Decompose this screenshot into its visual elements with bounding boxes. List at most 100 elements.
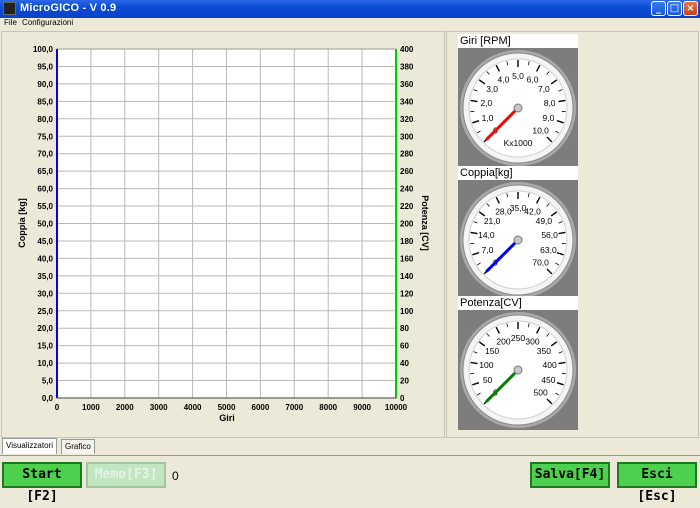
gauge-scale-label: 42,0 <box>524 206 541 216</box>
y-left-tick-label: 40,0 <box>37 254 53 263</box>
gauge-hub <box>514 104 522 112</box>
y-right-tick-label: 400 <box>400 45 414 54</box>
gauge-dial: 07,014,021,028,035,042,049,056,063,070,0 <box>458 180 578 300</box>
y-right-tick-label: 60 <box>400 342 409 351</box>
gauge-box: 07,014,021,028,035,042,049,056,063,070,0 <box>458 180 578 300</box>
y-left-tick-label: 65,0 <box>37 167 53 176</box>
y-left-tick-label: 10,0 <box>37 359 53 368</box>
gauge-scale-label: 450 <box>541 375 555 385</box>
gauge-scale-label: 8,0 <box>544 98 556 108</box>
y-right-tick-label: 140 <box>400 272 414 281</box>
gauge-title: Potenza[CV] <box>458 296 578 310</box>
gauge-title: Coppia[kg] <box>458 166 578 180</box>
maximize-icon: □ <box>670 3 679 14</box>
y-right-tick-label: 0 <box>400 394 405 403</box>
minimize-button[interactable]: _ <box>651 1 666 16</box>
y-left-tick-label: 55,0 <box>37 202 53 211</box>
y-left-tick-label: 0,0 <box>42 394 54 403</box>
chart-panel: 0100020003000400050006000700080009000100… <box>1 31 445 438</box>
x-tick-label: 0 <box>55 403 60 412</box>
salva-button[interactable]: Salva[F4] <box>530 462 610 488</box>
y-right-tick-label: 380 <box>400 62 414 71</box>
y-right-tick-label: 240 <box>400 185 414 194</box>
y-right-tick-label: 300 <box>400 132 414 141</box>
gauge-scale-label: 5,0 <box>512 71 524 81</box>
start-button[interactable]: Start [F2] <box>2 462 82 488</box>
gauge-scale-label: 63,0 <box>540 245 557 255</box>
gauge-scale-label: 300 <box>525 336 539 346</box>
y-left-tick-label: 50,0 <box>37 220 53 229</box>
y-left-tick-label: 85,0 <box>37 97 53 106</box>
y-right-tick-label: 120 <box>400 289 414 298</box>
y-left-tick-label: 80,0 <box>37 115 53 124</box>
y-right-tick-label: 80 <box>400 324 409 333</box>
y-left-tick-label: 95,0 <box>37 62 53 71</box>
gauge-box: 01,02,03,04,05,06,07,08,09,010,0Kx1000 <box>458 48 578 168</box>
gauges-panel: Giri [RPM] 01,02,03,04,05,06,07,08,09,01… <box>446 31 699 438</box>
y-right-tick-label: 20 <box>400 377 409 386</box>
chart-grid <box>57 49 396 398</box>
gauge-dial: 01,02,03,04,05,06,07,08,09,010,0Kx1000 <box>458 48 578 168</box>
tab-grafico[interactable]: Grafico <box>61 439 95 454</box>
y-right-tick-label: 340 <box>400 97 414 106</box>
y-left-tick-label: 45,0 <box>37 237 53 246</box>
gauge-scale-label: 100 <box>479 360 493 370</box>
x-tick-label: 4000 <box>184 403 202 412</box>
y-left-tick-label: 60,0 <box>37 185 53 194</box>
y-right-tick-label: 280 <box>400 150 414 159</box>
gauge-scale-label: 9,0 <box>543 113 555 123</box>
gauge-box: 050100150200250300350400450500 <box>458 310 578 430</box>
minimize-icon: _ <box>656 3 661 14</box>
y-left-tick-label: 30,0 <box>37 289 53 298</box>
maximize-button[interactable]: □ <box>667 1 682 16</box>
title-bar: MicroGICO - V 0.9 _ □ × <box>0 0 700 18</box>
gauge-scale-label: 50 <box>483 375 493 385</box>
x-tick-label: 3000 <box>150 403 168 412</box>
y-right-tick-label: 40 <box>400 359 409 368</box>
x-tick-label: 8000 <box>319 403 337 412</box>
close-button[interactable]: × <box>683 1 698 16</box>
tab-visualizzatori[interactable]: Visualizzatori <box>2 438 57 454</box>
gauge-scale-label: 200 <box>496 336 510 346</box>
esci-button[interactable]: Esci [Esc] <box>617 462 697 488</box>
gauge-scale-label: 2,0 <box>480 98 492 108</box>
app-icon[interactable] <box>3 2 16 15</box>
y-right-tick-label: 220 <box>400 202 414 211</box>
gauge-scale-label: 70,0 <box>532 258 549 268</box>
y-right-tick-label: 320 <box>400 115 414 124</box>
gauge-title: Giri [RPM] <box>458 34 578 48</box>
gauge-scale-label: 4,0 <box>498 74 510 84</box>
x-tick-label: 9000 <box>353 403 371 412</box>
gauge-scale-label: 14,0 <box>478 230 495 240</box>
x-tick-label: 7000 <box>285 403 303 412</box>
y-left-tick-label: 100,0 <box>33 45 54 54</box>
close-icon: × <box>686 3 694 14</box>
gauge-scale-label: 400 <box>543 360 557 370</box>
memo-button[interactable]: Memo[F3] <box>86 462 166 488</box>
y-left-tick-label: 90,0 <box>37 80 53 89</box>
counter-value: 0 <box>172 469 179 483</box>
x-tick-label: 2000 <box>116 403 134 412</box>
gauge-scale-label: 6,0 <box>527 74 539 84</box>
y-left-tick-label: 35,0 <box>37 272 53 281</box>
y-left-tick-label: 15,0 <box>37 342 53 351</box>
gauge-scale-label: 21,0 <box>484 216 501 226</box>
x-tick-label: 5000 <box>218 403 236 412</box>
y-axis-right-label: Potenza [CV] <box>420 195 430 251</box>
gauge-hub <box>514 236 522 244</box>
menu-configurazioni[interactable]: Configurazioni <box>22 18 73 27</box>
menu-file[interactable]: File <box>4 18 17 27</box>
gauge-scale-label: 500 <box>534 388 548 398</box>
gauge-scale-label: 7,0 <box>538 84 550 94</box>
y-left-tick-label: 25,0 <box>37 307 53 316</box>
y-left-tick-label: 5,0 <box>42 377 54 386</box>
gauge-scale-label: 250 <box>511 333 525 343</box>
y-axis-left-label: Coppia [kg] <box>17 198 27 248</box>
y-right-tick-label: 180 <box>400 237 414 246</box>
bottom-bar: Start [F2] Memo[F3] 0 Salva[F4] Esci [Es… <box>0 455 700 495</box>
x-tick-label: 1000 <box>82 403 100 412</box>
gauge-scale-label: 7,0 <box>482 245 494 255</box>
menu-bar: File Configurazioni <box>0 18 700 30</box>
gauge-scale-label: 49,0 <box>536 216 553 226</box>
y-left-tick-label: 75,0 <box>37 132 53 141</box>
